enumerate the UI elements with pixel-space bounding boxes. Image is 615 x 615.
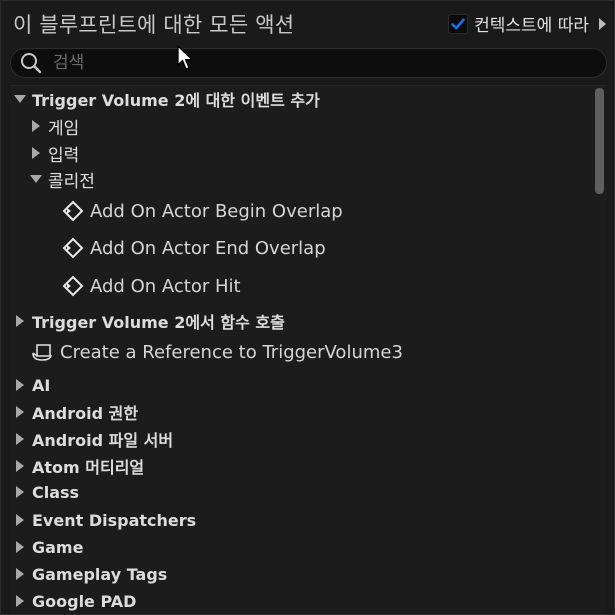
collapsed-arrow-icon[interactable] bbox=[16, 486, 24, 498]
collapsed-arrow-icon[interactable] bbox=[16, 379, 24, 391]
search-box[interactable] bbox=[10, 48, 607, 78]
action-item[interactable]: Create a Reference to TriggerVolume3 bbox=[10, 339, 591, 365]
expanded-arrow-icon[interactable] bbox=[14, 95, 26, 103]
tree-category-label: Event Dispatchers bbox=[32, 510, 197, 530]
action-item[interactable]: Add On Actor Begin Overlap bbox=[10, 198, 591, 224]
collapsed-arrow-icon[interactable] bbox=[32, 147, 40, 159]
tree-category-label: Trigger Volume 2에서 함수 호출 bbox=[32, 313, 285, 332]
event-diamond-icon bbox=[62, 200, 84, 222]
tree-category-label: 게임 bbox=[48, 118, 80, 139]
tree-category[interactable]: Class bbox=[10, 479, 591, 505]
tree-category-collision[interactable]: 콜리전 bbox=[10, 166, 591, 192]
menu-header: 이 블루프린트에 대한 모든 액션 컨텍스트에 따라 bbox=[1, 1, 614, 47]
tree-category-label: Google PAD bbox=[32, 591, 137, 611]
event-diamond-icon bbox=[62, 237, 84, 259]
context-sensitive-toggle[interactable]: 컨텍스트에 따라 bbox=[448, 11, 606, 36]
tree-category[interactable]: Atom 머티리얼 bbox=[10, 453, 591, 479]
tree-category[interactable]: Android 권한 bbox=[10, 399, 591, 425]
event-diamond-icon bbox=[62, 275, 84, 297]
checkmark-icon bbox=[451, 18, 465, 29]
tree-category-game[interactable]: 게임 bbox=[10, 113, 591, 139]
collapsed-arrow-icon[interactable] bbox=[16, 406, 24, 418]
collapsed-arrow-icon[interactable] bbox=[32, 120, 40, 132]
collapsed-arrow-icon[interactable] bbox=[16, 568, 24, 580]
search-icon bbox=[21, 53, 42, 74]
tree-category[interactable]: Event Dispatchers bbox=[10, 507, 591, 533]
tree-category-label: Gameplay Tags bbox=[32, 564, 168, 584]
tree-category-input[interactable]: 입력 bbox=[10, 140, 591, 166]
collapsed-arrow-icon[interactable] bbox=[16, 514, 24, 526]
tree-category[interactable]: Gameplay Tags bbox=[10, 561, 591, 587]
menu-title: 이 블루프린트에 대한 모든 액션 bbox=[13, 13, 295, 37]
tree-category-label: 콜리전 bbox=[48, 171, 95, 192]
tree-category[interactable]: Google PAD bbox=[10, 588, 591, 614]
tree-category-label: Game bbox=[32, 537, 84, 557]
tree-category-label: Class bbox=[32, 482, 80, 502]
expand-arrow-icon[interactable] bbox=[599, 17, 606, 30]
collapsed-arrow-icon[interactable] bbox=[16, 541, 24, 553]
tree-category-label: Trigger Volume 2에 대한 이벤트 추가 bbox=[32, 91, 320, 110]
collapsed-arrow-icon[interactable] bbox=[16, 460, 24, 472]
tree-category[interactable]: Game bbox=[10, 534, 591, 560]
tree-category-events[interactable]: Trigger Volume 2에 대한 이벤트 추가 bbox=[10, 86, 591, 112]
action-menu-panel: 이 블루프린트에 대한 모든 액션 컨텍스트에 따라 Trigger Volum… bbox=[0, 0, 615, 615]
tree-category-label: Android 파일 서버 bbox=[32, 431, 174, 450]
tree-category-label: Atom 머티리얼 bbox=[32, 458, 145, 477]
tree-category-call-function[interactable]: Trigger Volume 2에서 함수 호출 bbox=[10, 308, 591, 334]
action-label: Add On Actor End Overlap bbox=[90, 237, 326, 259]
mouse-cursor-icon bbox=[177, 45, 193, 70]
collapsed-arrow-icon[interactable] bbox=[16, 595, 24, 607]
context-sensitive-checkbox[interactable] bbox=[448, 13, 469, 34]
collapsed-arrow-icon[interactable] bbox=[16, 315, 24, 327]
action-label: Add On Actor Hit bbox=[90, 275, 241, 297]
action-tree: Trigger Volume 2에 대한 이벤트 추가 게임 입력 콜리전 Ad… bbox=[10, 85, 607, 614]
tree-category[interactable]: AI bbox=[10, 372, 591, 398]
tree-category-label: 입력 bbox=[48, 145, 80, 166]
action-item[interactable]: Add On Actor Hit bbox=[10, 273, 591, 299]
actor-reference-icon bbox=[30, 341, 54, 363]
expanded-arrow-icon[interactable] bbox=[30, 175, 42, 183]
action-label: Add On Actor Begin Overlap bbox=[90, 200, 343, 222]
tree-category[interactable]: Android 파일 서버 bbox=[10, 426, 591, 452]
context-sensitive-label: 컨텍스트에 따라 bbox=[474, 16, 589, 36]
search-input[interactable] bbox=[51, 52, 595, 74]
action-label: Create a Reference to TriggerVolume3 bbox=[60, 341, 403, 363]
tree-category-label: AI bbox=[32, 375, 51, 395]
scrollbar-thumb[interactable] bbox=[595, 88, 604, 194]
collapsed-arrow-icon[interactable] bbox=[16, 433, 24, 445]
action-item[interactable]: Add On Actor End Overlap bbox=[10, 235, 591, 261]
tree-category-label: Android 권한 bbox=[32, 404, 139, 423]
